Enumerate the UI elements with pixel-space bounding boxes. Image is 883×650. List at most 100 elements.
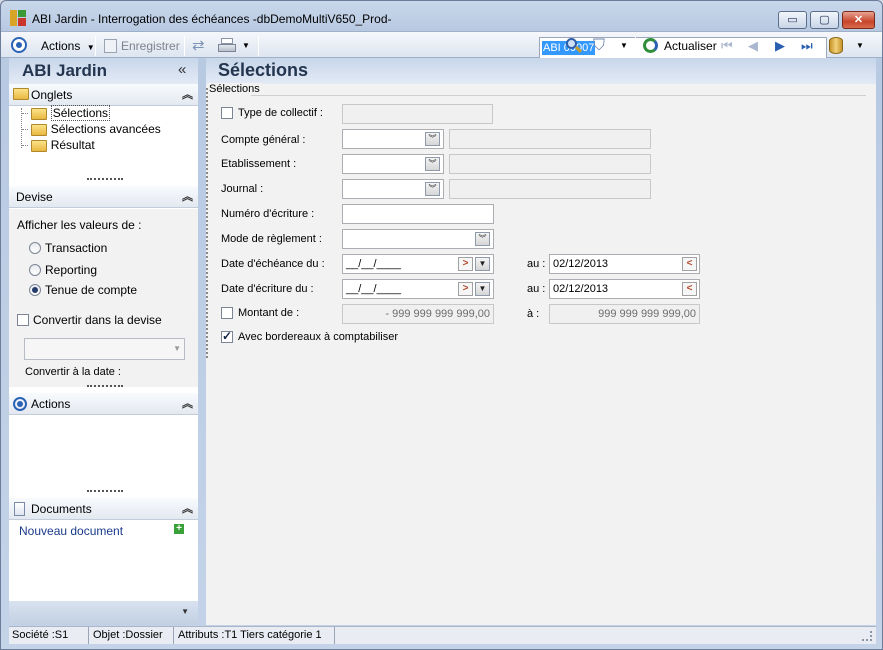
bordereaux-checkbox[interactable] xyxy=(221,329,233,343)
radio-transaction-label: Transaction xyxy=(45,241,108,255)
main-content: Sélections Sélections Type de collectif … xyxy=(206,58,876,625)
onglets-title: Onglets xyxy=(31,88,73,102)
refresh-button[interactable]: Actualiser xyxy=(664,36,717,56)
calendar-next-icon[interactable]: > xyxy=(458,257,473,271)
collapse-panel-icon[interactable]: « xyxy=(178,61,186,78)
devise-section-body: Afficher les valeurs de : Transaction Re… xyxy=(9,209,198,387)
show-values-label: Afficher les valeurs de : xyxy=(17,218,142,232)
splitter-grip[interactable] xyxy=(87,385,123,388)
calendar-prev-icon[interactable]: < xyxy=(682,282,697,296)
calendar-prev-icon[interactable]: < xyxy=(682,257,697,271)
actions-circle-icon xyxy=(13,397,27,411)
last-record-icon[interactable]: ⏭ xyxy=(801,38,813,54)
radio-reporting[interactable] xyxy=(29,264,41,276)
devise-section-header[interactable]: Devise ︽ xyxy=(9,186,198,208)
minimize-button[interactable]: ▭ xyxy=(778,11,807,29)
refresh-icon xyxy=(643,38,658,53)
montant-label: Montant de : xyxy=(238,307,300,319)
new-document-link[interactable]: Nouveau document xyxy=(19,524,123,538)
caret-down-icon: ▼ xyxy=(86,43,95,52)
database-icon[interactable] xyxy=(829,37,843,54)
compte-general-description xyxy=(449,129,651,149)
sync-icon[interactable]: ⇄ xyxy=(192,37,210,55)
actions-section-header[interactable]: Actions ︽ xyxy=(9,393,198,415)
collapse-chevron-icon[interactable]: ︽ xyxy=(182,500,193,516)
title-bar[interactable]: ABI Jardin - Interrogation des échéances… xyxy=(1,1,882,31)
numero-ecriture-input[interactable] xyxy=(342,204,494,224)
save-button[interactable]: Enregistrer xyxy=(121,36,180,56)
date-echeance-to-label: au : xyxy=(527,258,546,270)
database-dropdown-icon[interactable]: ▼ xyxy=(856,41,864,50)
expand-down-icon[interactable]: ▼ xyxy=(181,607,189,616)
print-icon[interactable] xyxy=(218,38,238,54)
close-icon: ✕ xyxy=(853,14,864,26)
radio-transaction[interactable] xyxy=(29,242,41,254)
status-bar: Société :S1 Objet :Dossier Attributs :T1… xyxy=(9,626,876,644)
collapse-chevron-icon[interactable]: ︽ xyxy=(182,188,193,204)
application-window: ABI Jardin - Interrogation des échéances… xyxy=(0,0,883,650)
maximize-button[interactable]: ▢ xyxy=(810,11,839,29)
journal-label: Journal : xyxy=(221,183,264,195)
etablissement-dropdown-icon[interactable]: ︾ xyxy=(425,157,440,171)
splitter-line xyxy=(206,88,208,358)
main-header: Sélections xyxy=(206,58,876,84)
currency-select[interactable]: ▼ xyxy=(24,338,185,360)
next-record-icon[interactable]: ▶ xyxy=(775,38,785,54)
montant-to-field: 999 999 999 999,00 xyxy=(549,304,700,324)
actions-menu-button[interactable]: Actions ▼ xyxy=(41,36,95,56)
splitter-grip[interactable] xyxy=(87,490,123,493)
status-societe: Société :S1 xyxy=(9,627,89,644)
date-echeance-to-input[interactable]: 02/12/2013 xyxy=(549,254,700,274)
convert-date-label: Convertir à la date : xyxy=(25,366,121,378)
resize-grip-icon[interactable] xyxy=(862,631,872,641)
onglets-section-header[interactable]: Onglets ︽ xyxy=(9,84,198,106)
tree-item-selections-avancees[interactable]: Sélections avancées xyxy=(22,122,161,136)
radio-tenue-de-compte[interactable] xyxy=(29,284,41,296)
folder-icon xyxy=(31,123,48,136)
journal-description xyxy=(449,179,651,199)
filter-icon[interactable]: ⛉ xyxy=(593,37,609,55)
compte-general-dropdown-icon[interactable]: ︾ xyxy=(425,132,440,146)
mode-reglement-select[interactable] xyxy=(342,229,494,249)
documents-section-header[interactable]: Documents ︽ xyxy=(9,498,198,520)
type-collectif-field xyxy=(342,104,493,124)
actions-menu-label: Actions xyxy=(41,39,81,53)
filter-dropdown-icon[interactable]: ▼ xyxy=(620,41,628,50)
montant-checkbox[interactable] xyxy=(221,307,233,319)
numero-ecriture-label: Numéro d'écriture : xyxy=(221,208,315,220)
convert-currency-label: Convertir dans la devise xyxy=(33,313,162,327)
collapse-chevron-icon[interactable]: ︽ xyxy=(182,86,193,102)
actions-title: Actions xyxy=(31,397,71,411)
splitter-grip[interactable] xyxy=(87,178,123,181)
print-dropdown-icon[interactable]: ▼ xyxy=(242,41,250,50)
status-objet: Objet :Dossier xyxy=(90,627,174,644)
toolbar-separator xyxy=(95,36,96,56)
date-ecriture-to-input[interactable]: 02/12/2013 xyxy=(549,279,700,299)
date-echeance-dropdown-icon[interactable]: ▼ xyxy=(475,257,490,271)
collapse-chevron-icon[interactable]: ︽ xyxy=(182,395,193,411)
group-box-line xyxy=(251,95,866,96)
app-logo-icon xyxy=(10,10,26,26)
tree-item-selections[interactable]: Sélections xyxy=(22,105,111,121)
date-ecriture-to-label: au : xyxy=(527,283,546,295)
type-collectif-checkbox[interactable] xyxy=(221,107,233,119)
convert-currency-checkbox[interactable] xyxy=(17,314,29,326)
tree-item-resultat[interactable]: Résultat xyxy=(22,138,95,152)
calendar-next-icon[interactable]: > xyxy=(458,282,473,296)
mode-reglement-dropdown-icon[interactable]: ︾ xyxy=(475,232,490,246)
window-title: ABI Jardin - Interrogation des échéances… xyxy=(32,12,392,26)
radio-reporting-label: Reporting xyxy=(45,263,98,277)
navigation-panel: ABI Jardin « Onglets ︽ Sélections Sélect… xyxy=(9,58,198,625)
toolbar-separator xyxy=(635,36,636,56)
folder-icon xyxy=(31,139,48,152)
first-record-icon[interactable]: ⏮ xyxy=(721,38,733,54)
toolbar-separator xyxy=(184,36,185,56)
search-icon[interactable] xyxy=(566,38,583,54)
actions-circle-icon[interactable] xyxy=(11,37,27,53)
date-ecriture-dropdown-icon[interactable]: ▼ xyxy=(475,282,490,296)
add-icon[interactable]: + xyxy=(174,524,184,534)
type-collectif-label: Type de collectif : xyxy=(238,107,323,119)
close-button[interactable]: ✕ xyxy=(842,11,875,29)
journal-dropdown-icon[interactable]: ︾ xyxy=(425,182,440,196)
previous-record-icon[interactable]: ◀ xyxy=(748,38,758,54)
